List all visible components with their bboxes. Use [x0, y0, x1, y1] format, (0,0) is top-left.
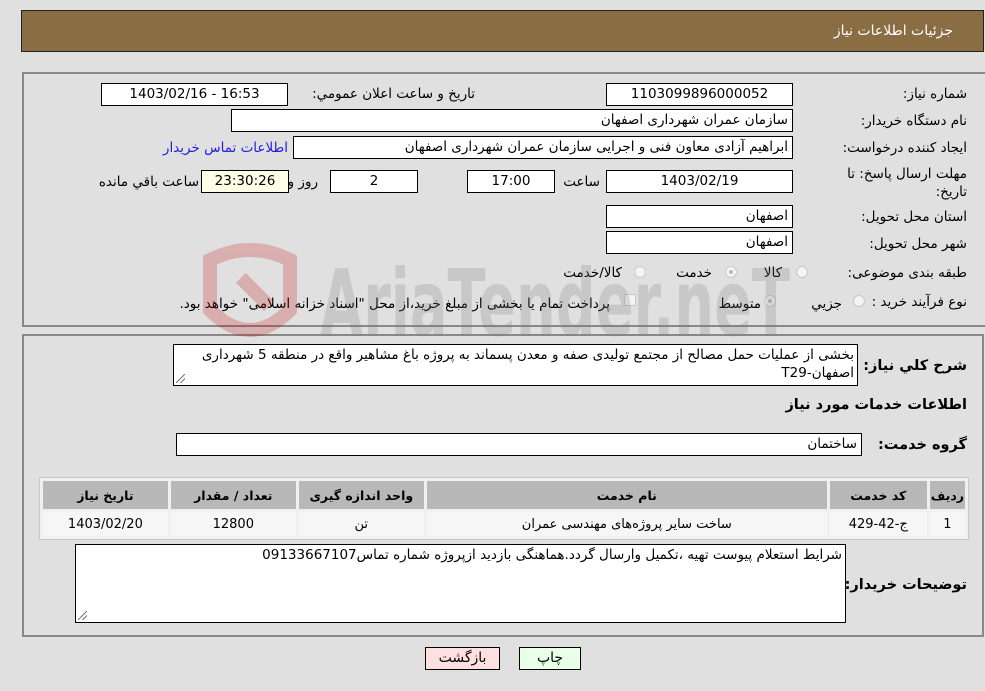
category-radio-service[interactable] [725, 266, 737, 278]
resize-grip-icon[interactable] [78, 611, 87, 620]
category-option-service: خدمت [676, 265, 712, 281]
need-number-field[interactable]: 1103099896000052 [606, 83, 793, 106]
services-heading: اطلاعات خدمات مورد نیاز [785, 397, 967, 413]
announce-datetime-field[interactable]: 1403/02/16 - 16:53 [101, 83, 288, 106]
buyer-org-field[interactable]: سازمان عمران شهرداری اصفهان [231, 109, 793, 132]
city-label: شهر محل تحویل: [869, 236, 967, 252]
print-button[interactable]: چاپ [519, 647, 581, 670]
cell-need-date: 1403/02/20 [43, 512, 168, 536]
back-button[interactable]: بازگشت [425, 647, 500, 670]
purchase-type-radio-medium[interactable] [764, 295, 776, 307]
page-header: جزئیات اطلاعات نیاز [21, 10, 984, 52]
buyer-contact-link[interactable]: اطلاعات تماس خریدار [163, 140, 288, 156]
buyer-notes-label: توضیحات خریدار: [844, 577, 967, 593]
services-table: ردیف کد خدمت نام خدمت واحد اندازه گیری ت… [39, 477, 969, 540]
category-label: طبقه بندی موضوعی: [847, 265, 967, 281]
days-label: روز و [287, 174, 318, 190]
purchase-type-label: نوع فرآیند خرید : [871, 294, 967, 310]
creator-label: ایجاد کننده درخواست: [842, 140, 967, 156]
treasury-bonds-note: پرداخت تمام یا بخشی از مبلغ خرید،از محل … [179, 296, 610, 312]
page-title: جزئیات اطلاعات نیاز [833, 23, 953, 39]
province-label: استان محل تحویل: [861, 209, 967, 225]
purchase-type-option-minor: جزيي [811, 296, 842, 312]
deadline-time-field[interactable]: 17:00 [467, 170, 555, 193]
table-header-row: ردیف کد خدمت نام خدمت واحد اندازه گیری ت… [43, 481, 965, 509]
col-header-unit: واحد اندازه گیری [298, 481, 424, 509]
buyer-notes-textarea[interactable]: شرایط استعلام پیوست تهیه ،تکمیل وارسال گ… [75, 544, 846, 623]
buyer-notes-text: شرایط استعلام پیوست تهیه ،تکمیل وارسال گ… [262, 547, 842, 563]
buyer-org-label: نام دستگاه خریدار: [860, 113, 967, 129]
deadline-time-label: ساعت [563, 174, 600, 190]
cell-service-code: ج-42-429 [829, 512, 927, 536]
col-header-service-name: نام خدمت [426, 481, 827, 509]
cell-quantity: 12800 [170, 512, 296, 536]
category-option-goods-service: کالا/خدمت [563, 265, 622, 281]
remaining-time-label: ساعت باقي مانده [98, 174, 199, 190]
need-number-label: شماره نیاز: [902, 86, 967, 102]
resize-grip-icon[interactable] [176, 374, 185, 383]
description-text: بخشی از عملیات حمل مصالح از مجتمع تولیدی… [201, 347, 854, 381]
service-group-label: گروه خدمت: [877, 437, 967, 453]
description-label: شرح کلي نیاز: [863, 358, 967, 374]
cell-service-name: ساخت سایر پروژه‌های مهندسی عمران [426, 512, 827, 536]
col-header-quantity: تعداد / مقدار [170, 481, 296, 509]
announce-datetime-label: تاریخ و ساعت اعلان عمومي: [312, 86, 475, 102]
treasury-bonds-checkbox[interactable] [624, 294, 636, 306]
table-row: 1 ج-42-429 ساخت سایر پروژه‌های مهندسی عم… [43, 512, 965, 536]
creator-field[interactable]: ابراهیم آزادی معاون فنی و اجرایی سازمان … [293, 136, 793, 159]
col-header-need-date: تاریخ نیاز [43, 481, 168, 509]
description-textarea[interactable]: بخشی از عملیات حمل مصالح از مجتمع تولیدی… [173, 344, 858, 386]
province-field[interactable]: اصفهان [606, 205, 793, 228]
purchase-type-radio-minor[interactable] [853, 295, 865, 307]
col-header-service-code: کد خدمت [829, 481, 927, 509]
cell-row-number: 1 [929, 512, 965, 536]
category-radio-goods[interactable] [796, 266, 808, 278]
col-header-row-number: ردیف [929, 481, 965, 509]
remaining-time-field: 23:30:26 [201, 170, 289, 193]
service-group-field[interactable]: ساختمان [176, 433, 862, 456]
category-option-goods: کالا [763, 265, 782, 281]
cell-unit: تن [298, 512, 424, 536]
deadline-date-field[interactable]: 1403/02/19 [606, 170, 793, 193]
category-radio-goods-service[interactable] [634, 266, 646, 278]
deadline-label: مهلت ارسال پاسخ: تا تاریخ: [847, 166, 967, 200]
remaining-days-field[interactable]: 2 [330, 170, 418, 193]
city-field[interactable]: اصفهان [606, 231, 793, 254]
purchase-type-option-medium: متوسط [718, 296, 761, 312]
